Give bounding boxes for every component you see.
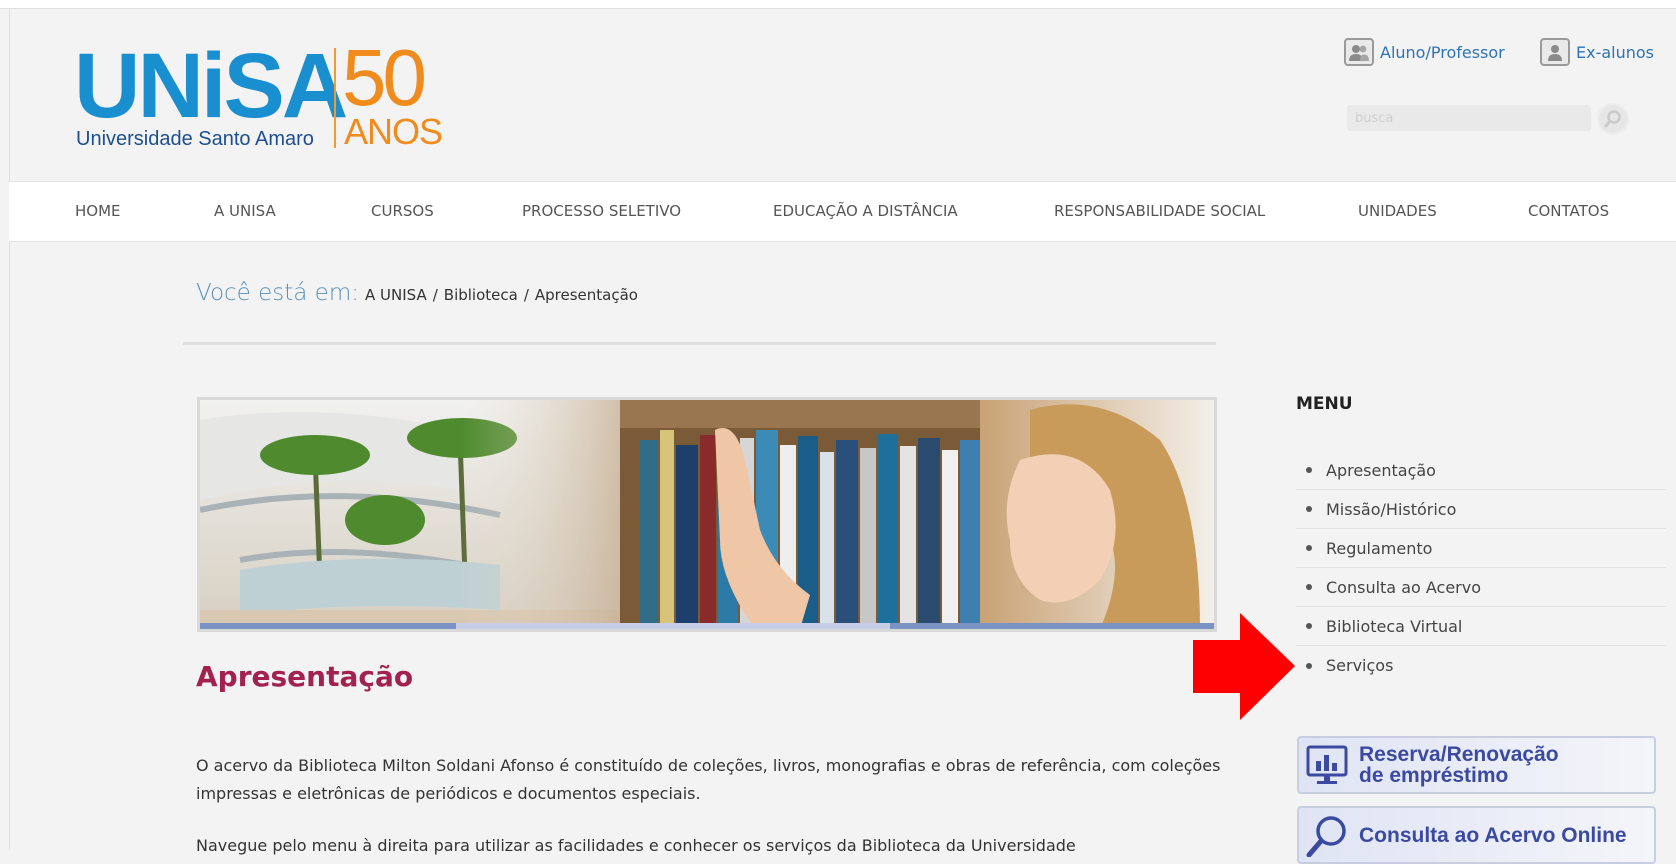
page-title: Apresentação (196, 660, 414, 693)
logo-word: UNiSA (74, 35, 348, 137)
breadcrumb-divider (183, 342, 1216, 345)
breadcrumb-item[interactable]: A UNISA (365, 286, 427, 304)
breadcrumb-separator: / (523, 286, 529, 304)
sidebar-item-biblioteca-virtual[interactable]: Biblioteca Virtual (1296, 607, 1666, 646)
sidebar-item-regulamento[interactable]: Regulamento (1296, 529, 1666, 568)
article-paragraph: O acervo da Biblioteca Milton Soldani Af… (196, 756, 1221, 803)
sidebar-item-apresentacao[interactable]: Apresentação (1296, 451, 1666, 490)
user-icon (1540, 38, 1570, 66)
reserva-line1: Reserva/Renovação (1359, 743, 1559, 766)
left-border (9, 8, 10, 850)
sidebar-item-label: Serviços (1326, 656, 1394, 675)
nav-home[interactable]: HOME (75, 202, 121, 220)
bullet-icon (1306, 506, 1312, 512)
reserva-renovacao-button[interactable]: Reserva/Renovação de empréstimo (1297, 736, 1656, 794)
ex-alunos-label: Ex-alunos (1576, 42, 1655, 62)
search-icon (1604, 110, 1621, 128)
nav-educacao-a-distancia[interactable]: EDUCAÇÃO A DISTÂNCIA (773, 202, 958, 220)
breadcrumb: Você está em: A UNISA / Biblioteca / Apr… (196, 280, 638, 306)
logo-subtitle: Universidade Santo Amaro (76, 128, 314, 150)
aluno-professor-label: Aluno/Professor (1380, 42, 1505, 62)
logo-anniversary-word: ANOS (344, 111, 443, 152)
nav-cursos[interactable]: CURSOS (371, 202, 434, 220)
aluno-professor-link[interactable]: Aluno/Professor (1344, 38, 1505, 66)
red-arrow-icon (1193, 613, 1295, 720)
consulta-label: Consulta ao Acervo Online (1359, 823, 1627, 847)
top-border (0, 0, 1676, 9)
search-button[interactable] (1597, 103, 1629, 135)
nav-responsabilidade-social[interactable]: RESPONSABILIDADE SOCIAL (1054, 202, 1265, 220)
bullet-icon (1306, 584, 1312, 590)
nav-processo-seletivo[interactable]: PROCESSO SELETIVO (522, 202, 681, 220)
main-nav: HOME A UNISA CURSOS PROCESSO SELETIVO ED… (9, 181, 1676, 242)
magnifier-icon (1306, 816, 1346, 857)
logo-separator (334, 48, 336, 148)
breadcrumb-separator: / (432, 286, 438, 304)
ex-alunos-link[interactable]: Ex-alunos (1540, 38, 1654, 66)
sidebar-item-consulta-acervo[interactable]: Consulta ao Acervo (1296, 568, 1666, 607)
bullet-icon (1306, 623, 1312, 629)
breadcrumb-item[interactable]: Biblioteca (444, 286, 518, 304)
sidebar-item-missao-historico[interactable]: Missão/Histórico (1296, 490, 1666, 529)
monitor-chart-icon (1306, 745, 1348, 784)
reserva-line2: de empréstimo (1359, 764, 1509, 787)
users-icon (1344, 38, 1374, 66)
logo-anniversary-number: 50 (342, 33, 427, 122)
nav-unidades[interactable]: UNIDADES (1358, 202, 1437, 220)
bullet-icon (1306, 662, 1312, 669)
consulta-acervo-online-button[interactable]: Consulta ao Acervo Online (1297, 806, 1656, 864)
sidebar-item-servicos[interactable]: Serviços (1296, 646, 1666, 685)
sidebar-item-label: Biblioteca Virtual (1326, 616, 1463, 636)
breadcrumb-item-current: Apresentação (534, 286, 638, 304)
nav-a-unisa[interactable]: A UNISA (214, 202, 276, 220)
sidebar-item-label: Apresentação (1326, 460, 1436, 480)
sidebar-menu: Apresentação Missão/Histórico Regulament… (1296, 451, 1666, 685)
sidebar-item-label: Regulamento (1326, 538, 1433, 558)
sidebar-menu-title: MENU (1296, 394, 1353, 414)
bullet-icon (1306, 467, 1312, 473)
search-input[interactable] (1347, 105, 1591, 131)
sidebar-item-label: Consulta ao Acervo (1326, 577, 1482, 597)
sidebar-item-label: Missão/Histórico (1326, 499, 1457, 519)
article-paragraph: Navegue pelo menu à direita para utiliza… (196, 836, 1076, 855)
bullet-icon (1306, 545, 1312, 551)
library-banner-image (197, 397, 1217, 632)
nav-contatos[interactable]: CONTATOS (1528, 202, 1609, 220)
breadcrumb-lead: Você está em: (196, 280, 359, 306)
